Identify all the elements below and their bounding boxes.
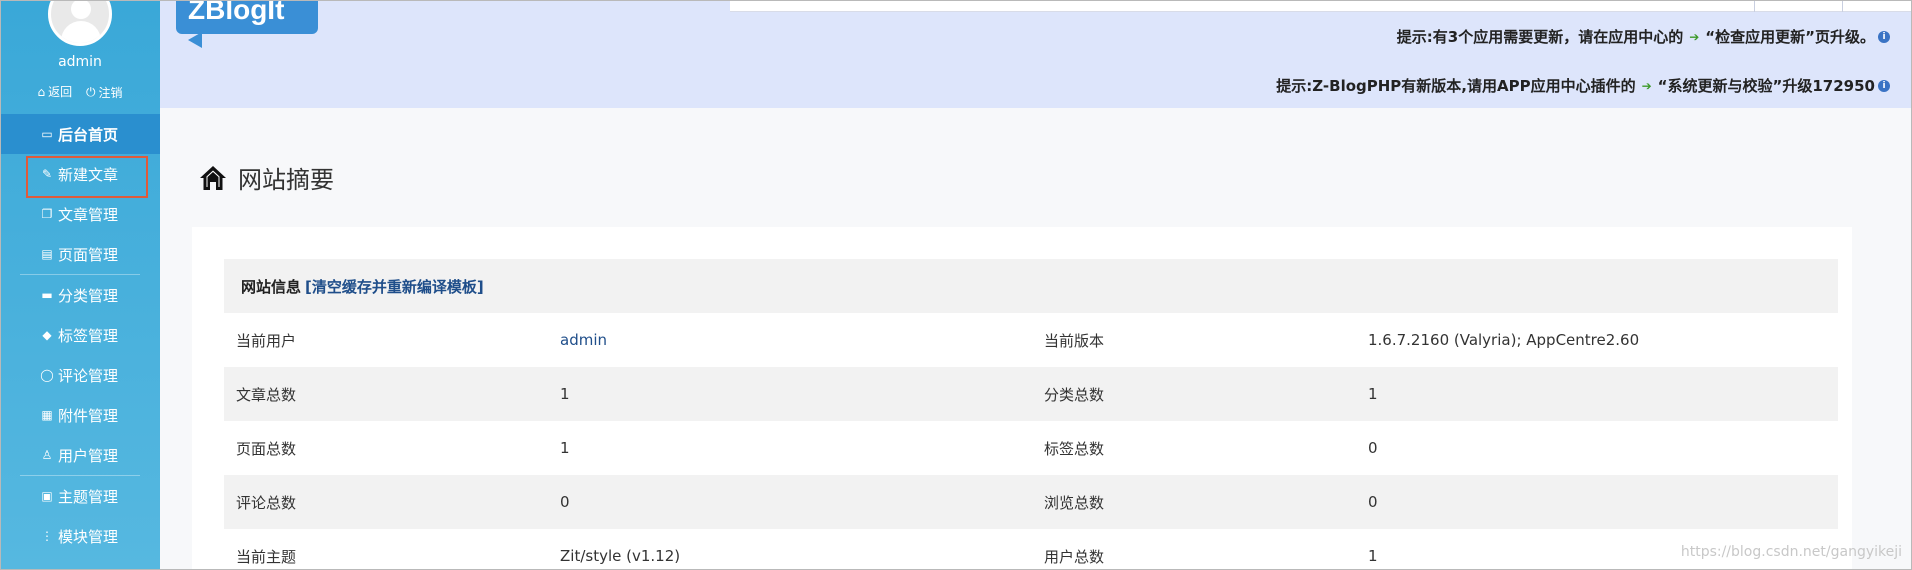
avatar-head <box>71 0 91 19</box>
toolbar-divider <box>1754 0 1755 12</box>
module-icon: ⋮ <box>41 529 53 543</box>
table-cell: 浏览总数 <box>1044 493 1105 512</box>
table-row: 文章总数 1 分类总数 1 <box>224 367 1838 421</box>
sidebar-item-label: 标签管理 <box>58 326 119 345</box>
table-cell: 当前用户 <box>236 331 297 350</box>
logo-tail <box>188 32 202 48</box>
notice-text: 提示:有3个应用需要更新，请在应用中心的 <box>1396 28 1684 46</box>
table-cell: 1 <box>1368 385 1378 403</box>
table-row: 当前主题 Zit/style (v1.12) 用户总数 1 <box>224 529 1838 570</box>
page-icon: ▤ <box>41 247 53 261</box>
logout-label: 注销 <box>98 85 123 100</box>
sidebar-item-categories[interactable]: ▬ 分类管理 <box>0 275 160 315</box>
clear-cache-link[interactable]: [清空缓存并重新编译模板] <box>305 276 484 297</box>
current-user-link[interactable]: admin <box>548 331 1032 349</box>
home-icon <box>200 165 226 190</box>
sidebar-item-new-article[interactable]: ✎ 新建文章 <box>0 154 160 198</box>
document-icon: ❐ <box>41 207 53 221</box>
toolbar-divider <box>1842 0 1843 12</box>
site-logo[interactable]: ZBlogIt <box>176 0 318 34</box>
sidebar: admin ⌂ 返回 ⏻ 注销 ▭ 后台首页 ✎ 新建文章 ❐ 文章管理 ▤ 页… <box>0 0 170 570</box>
top-toolbar <box>730 0 1912 12</box>
table-cell: 文章总数 <box>236 385 297 404</box>
sidebar-item-label: 主题管理 <box>58 487 119 506</box>
notice-suffix: 页升级。 <box>1814 28 1875 46</box>
update-notice-apps: 提示:有3个应用需要更新，请在应用中心的 ➔ “检查应用更新” 页升级。 i <box>1397 26 1890 47</box>
table-cell: 0 <box>1368 439 1378 457</box>
home-icon: ⌂ <box>37 84 46 99</box>
comment-icon: ◯ <box>40 368 54 382</box>
sidebar-item-label: 页面管理 <box>58 245 119 264</box>
user-links: ⌂ 返回 ⏻ 注销 <box>0 83 160 101</box>
sidebar-item-modules[interactable]: ⋮ 模块管理 <box>0 516 160 556</box>
summary-card: 网站信息 [清空缓存并重新编译模板] 当前用户 admin 当前版本 1.6.7… <box>192 227 1852 570</box>
notice-link[interactable]: “检查应用更新” <box>1705 26 1815 47</box>
table-cell: 当前版本 <box>1044 331 1105 350</box>
table-cell: 1 <box>560 385 570 403</box>
table-row: 评论总数 0 浏览总数 0 <box>224 475 1838 529</box>
edit-icon: ✎ <box>41 167 53 181</box>
main-content: 网站摘要 网站信息 [清空缓存并重新编译模板] 当前用户 admin 当前版本 … <box>160 108 1912 570</box>
table-row: 当前用户 admin 当前版本 1.6.7.2160 (Valyria); Ap… <box>224 313 1838 367</box>
power-icon: ⏻ <box>85 84 96 99</box>
table-cell: 0 <box>1368 493 1378 511</box>
notice-suffix: 升级172950 <box>1782 77 1875 95</box>
tag-icon: ◆ <box>42 328 52 342</box>
sidebar-item-label: 分类管理 <box>58 286 119 305</box>
sidebar-item-articles[interactable]: ❐ 文章管理 <box>0 194 160 234</box>
folder-icon: ▬ <box>41 288 53 302</box>
site-info-table: 网站信息 [清空缓存并重新编译模板] 当前用户 admin 当前版本 1.6.7… <box>224 259 1838 570</box>
table-header-label: 网站信息 <box>241 277 302 296</box>
sidebar-item-label: 用户管理 <box>58 446 119 465</box>
sidebar-item-themes[interactable]: ▣ 主题管理 <box>0 476 160 516</box>
table-cell: Zit/style (v1.12) <box>560 547 681 565</box>
info-icon[interactable]: i <box>1878 79 1890 92</box>
user-icon: ♙ <box>41 448 53 462</box>
sidebar-item-label: 评论管理 <box>58 366 119 385</box>
back-label: 返回 <box>48 85 73 99</box>
sidebar-item-pages[interactable]: ▤ 页面管理 <box>0 234 160 274</box>
logout-link[interactable]: ⏻ 注销 <box>86 84 123 101</box>
info-icon[interactable]: i <box>1878 30 1890 43</box>
sidebar-item-users[interactable]: ♙ 用户管理 <box>0 435 160 475</box>
back-link[interactable]: ⌂ 返回 <box>38 83 73 100</box>
sidebar-item-label: 新建文章 <box>58 165 119 184</box>
table-cell: 页面总数 <box>236 439 297 458</box>
table-cell: 标签总数 <box>1044 439 1105 458</box>
avatar[interactable] <box>48 0 112 46</box>
attachment-icon: ▦ <box>41 408 53 422</box>
table-row: 页面总数 1 标签总数 0 <box>224 421 1838 475</box>
sidebar-menu: ▭ 后台首页 ✎ 新建文章 ❐ 文章管理 ▤ 页面管理 ▬ 分类管理 ◆ 标签管… <box>0 114 170 556</box>
arrow-right-icon: ➔ <box>1641 78 1652 93</box>
sidebar-item-tags[interactable]: ◆ 标签管理 <box>0 315 160 355</box>
page-title: 网站摘要 <box>198 160 334 195</box>
arrow-right-icon: ➔ <box>1689 29 1700 44</box>
header: ZBlogIt 提示:有3个应用需要更新，请在应用中心的 ➔ “检查应用更新” … <box>160 0 1912 108</box>
sidebar-item-label: 模块管理 <box>58 527 119 546</box>
page-title-text: 网站摘要 <box>238 166 334 194</box>
table-cell: 1.6.7.2160 (Valyria); AppCentre2.60 <box>1368 331 1640 349</box>
sidebar-item-label: 附件管理 <box>58 406 119 425</box>
sidebar-item-label: 文章管理 <box>58 205 119 224</box>
table-header: 网站信息 [清空缓存并重新编译模板] <box>224 259 1838 313</box>
sidebar-item-label: 后台首页 <box>58 125 119 144</box>
watermark: https://blog.csdn.net/gangyikeji <box>1680 544 1902 560</box>
table-cell: 分类总数 <box>1044 385 1105 404</box>
username[interactable]: admin <box>0 54 160 70</box>
table-cell: 用户总数 <box>1044 547 1105 566</box>
theme-icon: ▣ <box>41 489 53 503</box>
table-cell: 当前主题 <box>236 547 297 566</box>
notice-link[interactable]: “系统更新与校验” <box>1658 75 1783 96</box>
sidebar-item-comments[interactable]: ◯ 评论管理 <box>0 355 160 395</box>
window-icon: ▭ <box>41 127 53 141</box>
notice-text: 提示:Z-BlogPHP有新版本,请用APP应用中心插件的 <box>1276 77 1636 95</box>
sidebar-item-dashboard[interactable]: ▭ 后台首页 <box>0 114 170 154</box>
update-notice-system: 提示:Z-BlogPHP有新版本,请用APP应用中心插件的 ➔ “系统更新与校验… <box>1276 75 1890 96</box>
avatar-shoulders <box>61 21 101 43</box>
table-cell: 0 <box>560 493 570 511</box>
table-cell: 评论总数 <box>236 493 297 512</box>
sidebar-item-attachments[interactable]: ▦ 附件管理 <box>0 395 160 435</box>
table-cell: 1 <box>560 439 570 457</box>
